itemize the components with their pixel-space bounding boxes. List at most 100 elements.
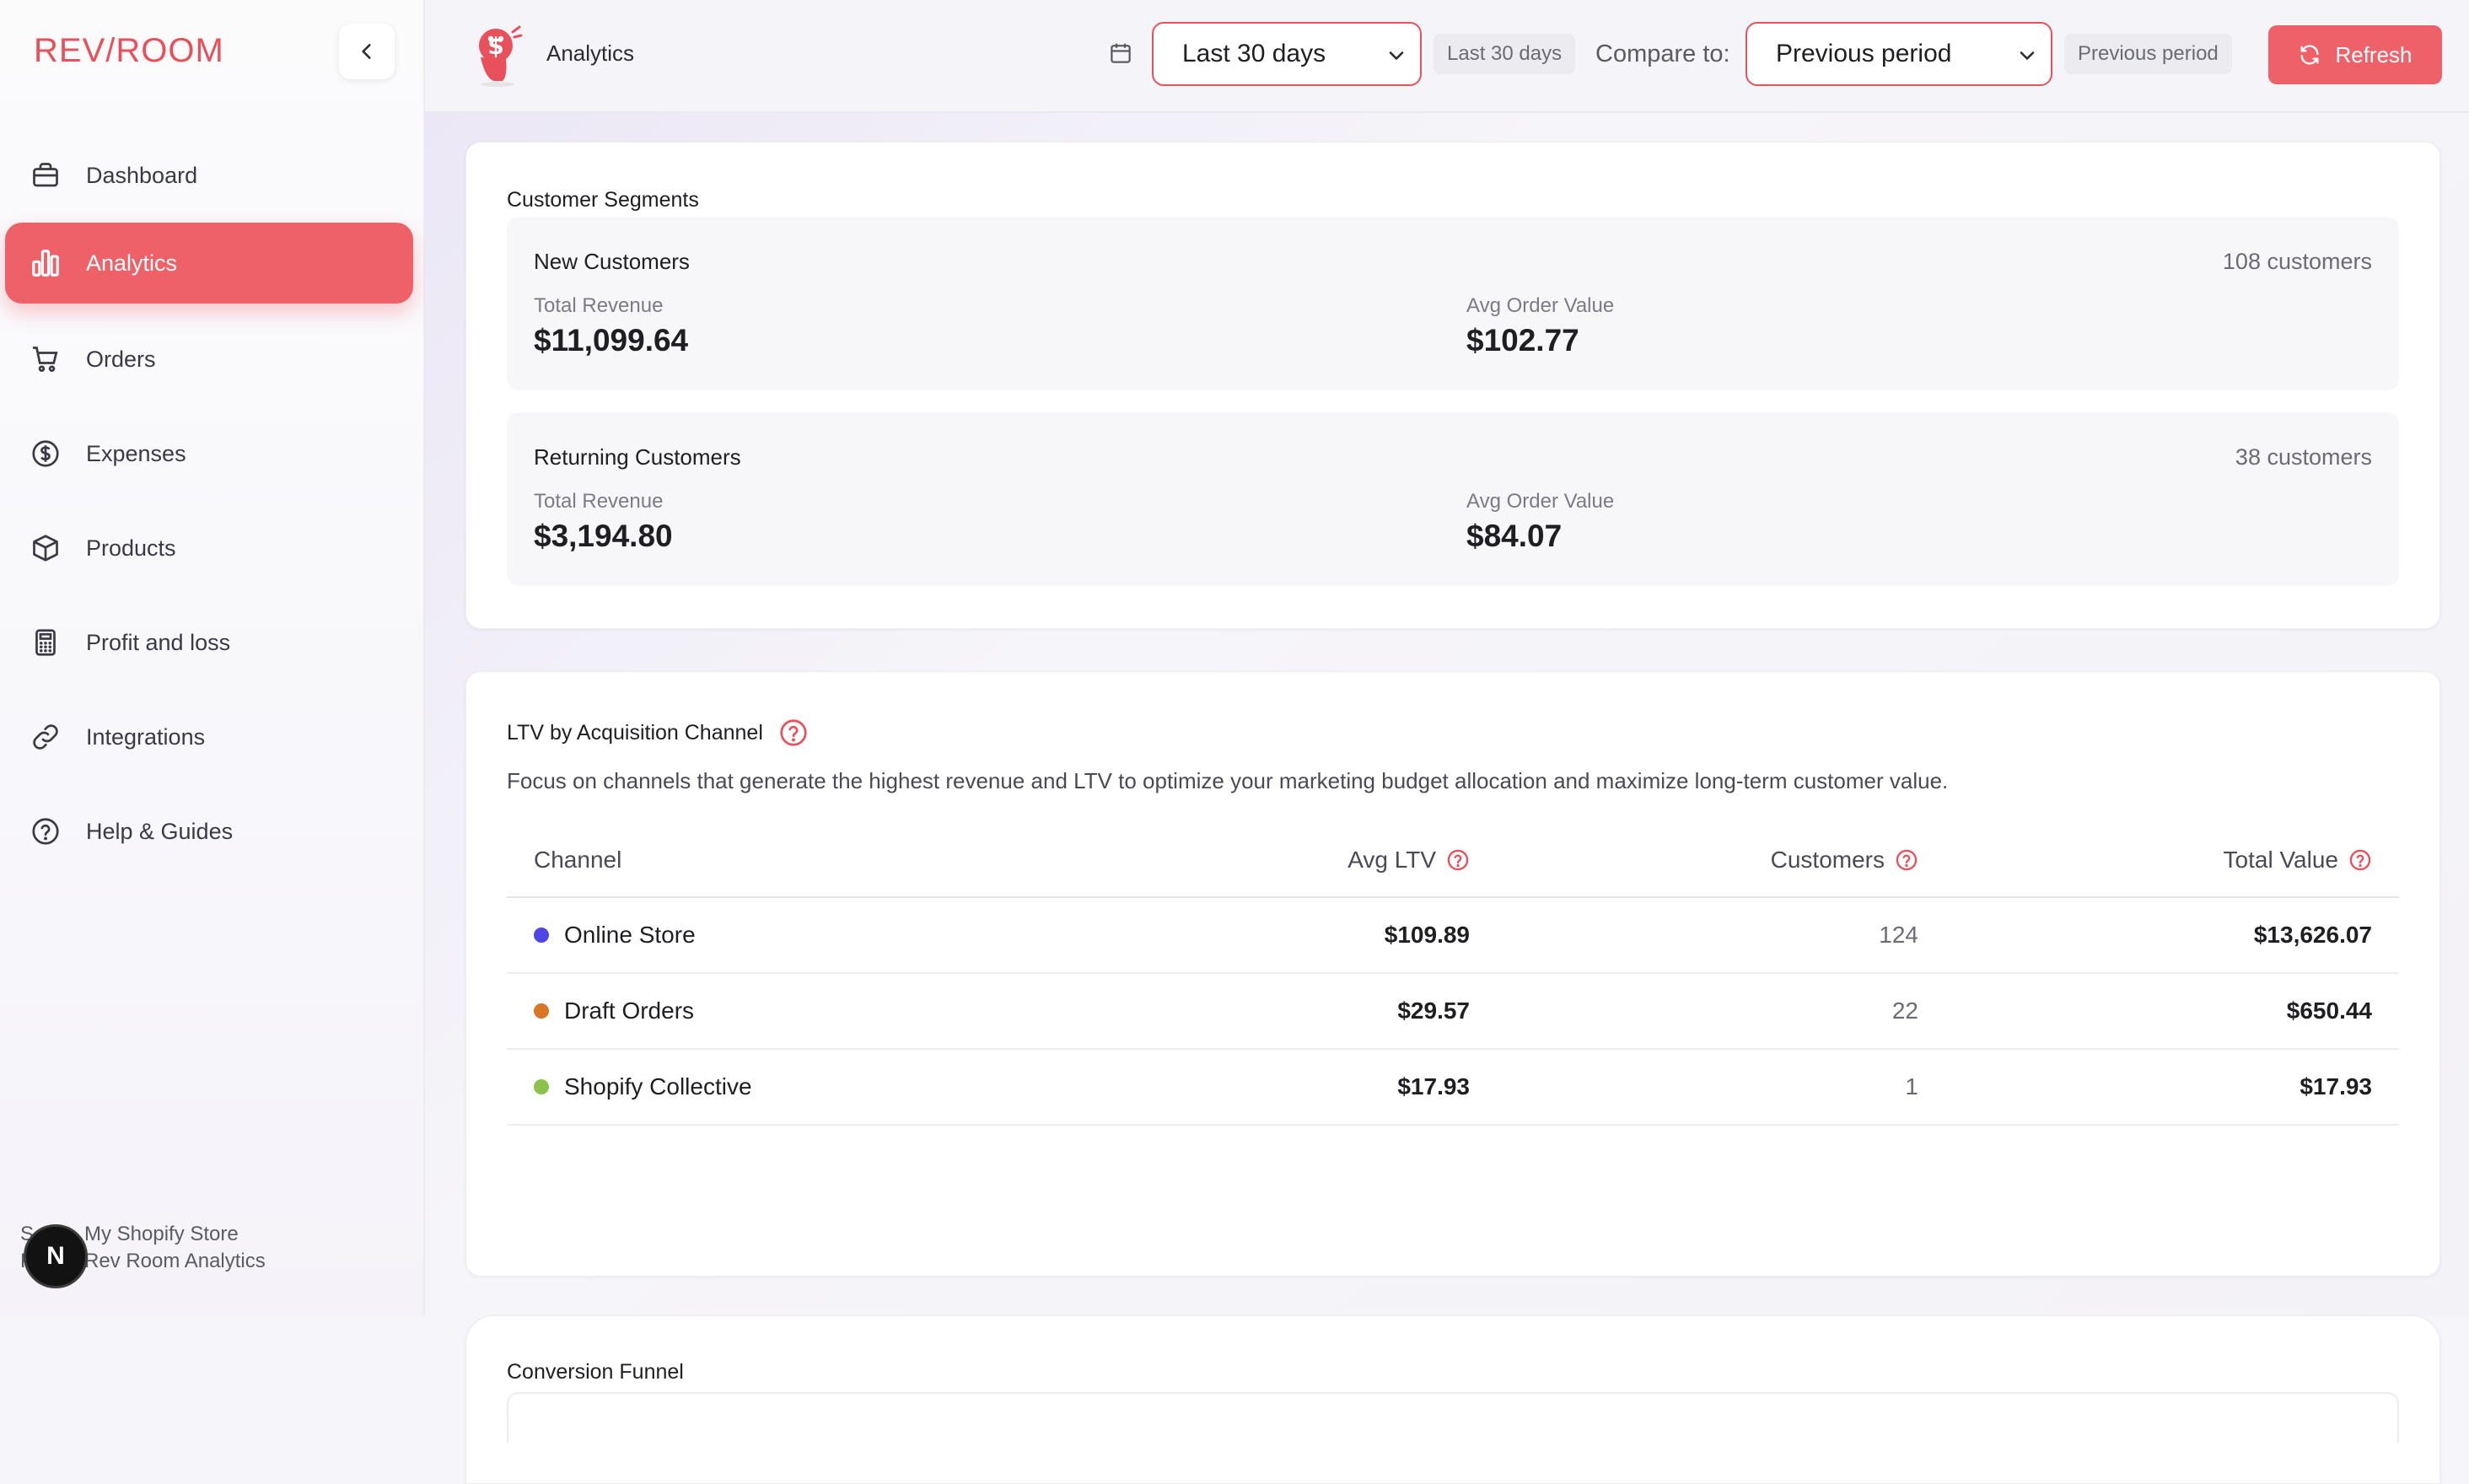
revenue-label: Total Revenue: [534, 294, 664, 317]
conversion-funnel-title: Conversion Funnel: [507, 1360, 684, 1384]
page-title: Analytics: [546, 40, 635, 66]
refresh-label: Refresh: [2335, 41, 2413, 67]
help-circle-icon[interactable]: [2348, 848, 2372, 872]
table-row[interactable]: Online Store $109.89 124 $13,626.07: [507, 898, 2399, 974]
box-icon: [27, 530, 64, 567]
help-circle-icon[interactable]: [1895, 848, 1918, 872]
channel-cell: Draft Orders: [534, 974, 694, 1048]
ltv-title-row: LTV by Acquisition Channel: [507, 718, 809, 748]
channel-cell: Online Store: [534, 898, 696, 972]
sidebar-item-integrations[interactable]: Integrations: [5, 696, 413, 777]
customers-cell: 22: [1891, 997, 1918, 1024]
sidebar-item-label: Orders: [86, 346, 156, 372]
table-row[interactable]: Draft Orders $29.57 22 $650.44: [507, 974, 2399, 1050]
brand-logo[interactable]: REV/ROOM: [34, 32, 224, 70]
sidebar-item-label: Profit and loss: [86, 629, 231, 655]
sidebar-item-expenses[interactable]: Expenses: [5, 413, 413, 494]
link-icon: [27, 718, 64, 755]
sidebar-item-analytics[interactable]: Analytics: [5, 223, 413, 304]
sidebar-item-orders[interactable]: Orders: [5, 319, 413, 400]
chevron-down-icon: [1389, 51, 1404, 60]
column-header-label: Customers: [1770, 847, 1885, 873]
sidebar-item-label: Products: [86, 535, 176, 561]
sidebar-item-label: Integrations: [86, 723, 206, 750]
compare-period-chip: Previous period: [2064, 34, 2232, 74]
segment-new-customers: New Customers 108 customers Total Revenu…: [507, 217, 2399, 390]
segment-name: Returning Customers: [534, 444, 741, 470]
sidebar-item-dashboard[interactable]: Dashboard: [5, 135, 413, 216]
total-value-cell: $650.44: [2286, 997, 2372, 1024]
avg-ltv-cell: $29.57: [1397, 997, 1470, 1024]
help-circle-icon[interactable]: [778, 718, 809, 748]
ltv-title: LTV by Acquisition Channel: [507, 720, 763, 745]
calendar-icon: [1111, 43, 1131, 63]
aov-label: Avg Order Value: [1466, 490, 1615, 513]
customer-segments-title: Customer Segments: [507, 188, 699, 212]
sidebar-item-label: Help & Guides: [86, 818, 234, 844]
segment-count: 38 customers: [2235, 444, 2372, 470]
cart-icon: [27, 341, 64, 378]
column-header-channel[interactable]: Channel: [534, 822, 621, 898]
segment-name: New Customers: [534, 249, 690, 274]
calculator-icon: [27, 624, 64, 661]
total-value-cell: $17.93: [2300, 1073, 2372, 1100]
aov-value: $84.07: [1466, 519, 1563, 553]
bar-chart-icon: [27, 245, 64, 282]
column-header-label: Total Value: [2223, 847, 2338, 873]
total-value-cell: $13,626.07: [2253, 922, 2372, 948]
compare-period-select[interactable]: Previous period: [1746, 22, 2052, 86]
date-range-value: Last 30 days: [1182, 40, 1326, 67]
channel-color-dot: [534, 1079, 549, 1094]
help-circle-icon: [27, 813, 64, 850]
mascot-logo-icon: $: [479, 25, 523, 87]
refresh-button[interactable]: Refresh: [2268, 25, 2442, 84]
funnel-chart-area: [507, 1392, 2399, 1443]
column-header-customers[interactable]: Customers: [1771, 822, 1918, 898]
main-content: Customer Segments New Customers 108 cust…: [425, 113, 2469, 1484]
sidebar-item-label: Analytics: [86, 250, 178, 276]
sidebar-item-help-guides[interactable]: Help & Guides: [5, 791, 413, 872]
channel-color-dot: [534, 1003, 549, 1019]
ltv-description: Focus on channels that generate the high…: [507, 768, 1949, 793]
column-header-total-value[interactable]: Total Value: [2224, 822, 2372, 898]
column-header-avg-ltv[interactable]: Avg LTV: [1347, 822, 1470, 898]
sidebar-item-label: Expenses: [86, 440, 186, 466]
chevron-left-icon: [362, 44, 371, 59]
briefcase-icon: [27, 157, 64, 194]
top-header: $ Analytics Last 30 days Last 30 days Co…: [425, 0, 2469, 113]
user-avatar-badge[interactable]: N: [24, 1224, 88, 1288]
conversion-funnel-card: Conversion Funnel: [465, 1315, 2440, 1484]
aov-label: Avg Order Value: [1466, 294, 1615, 317]
aov-value: $102.77: [1466, 323, 1579, 358]
refresh-icon: [2300, 45, 2319, 65]
table-header-row: Channel Avg LTV Customers Total Value: [507, 822, 2399, 898]
sidebar: REV/ROOM Dashboard Analytics Orders Expe…: [0, 0, 425, 1315]
collapse-sidebar-button[interactable]: [339, 24, 395, 79]
channel-name: Online Store: [564, 922, 696, 948]
customer-segments-card: Customer Segments New Customers 108 cust…: [465, 142, 2440, 629]
sidebar-item-products[interactable]: Products: [5, 508, 413, 589]
customers-cell: 1: [1905, 1073, 1918, 1100]
date-range-chip: Last 30 days: [1434, 34, 1576, 74]
avg-ltv-cell: $17.93: [1397, 1073, 1470, 1100]
chevron-down-icon: [2020, 51, 2035, 60]
sidebar-item-label: Dashboard: [86, 162, 198, 188]
date-range-select[interactable]: Last 30 days: [1152, 22, 1422, 86]
ltv-by-channel-card: LTV by Acquisition Channel Focus on chan…: [465, 671, 2440, 1277]
segment-returning-customers: Returning Customers 38 customers Total R…: [507, 412, 2399, 586]
dollar-circle-icon: [27, 435, 64, 472]
channel-cell: Shopify Collective: [534, 1050, 752, 1124]
customers-cell: 124: [1879, 922, 1918, 948]
revenue-value: $3,194.80: [534, 519, 673, 553]
channel-name: Shopify Collective: [564, 1073, 752, 1100]
segment-count: 108 customers: [2222, 249, 2372, 274]
revenue-value: $11,099.64: [534, 323, 689, 358]
sidebar-item-profit-and-loss[interactable]: Profit and loss: [5, 602, 413, 683]
table-row[interactable]: Shopify Collective $17.93 1 $17.93: [507, 1050, 2399, 1126]
channel-name: Draft Orders: [564, 997, 695, 1024]
channel-color-dot: [534, 928, 549, 943]
help-circle-icon[interactable]: [1446, 848, 1470, 872]
compare-period-value: Previous period: [1776, 40, 1952, 67]
column-header-label: Avg LTV: [1347, 847, 1436, 873]
revenue-label: Total Revenue: [534, 490, 664, 513]
